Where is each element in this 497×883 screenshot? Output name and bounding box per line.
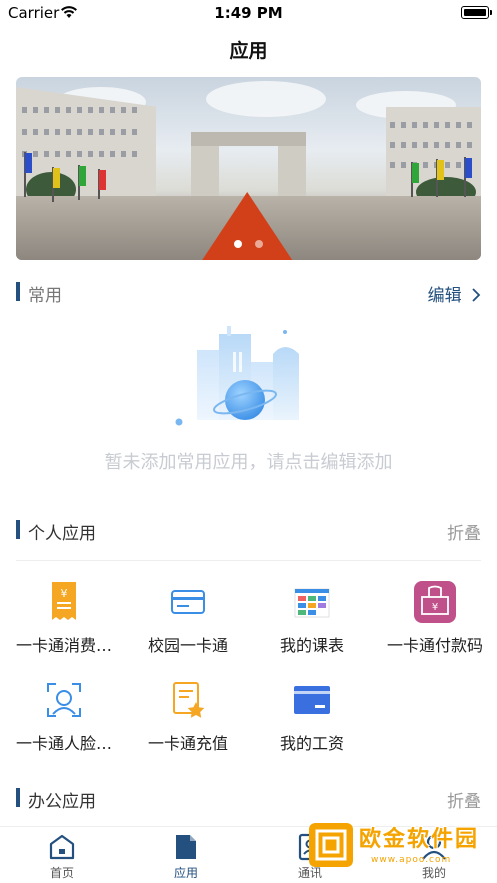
- office-section-header: 办公应用 折叠: [16, 786, 481, 812]
- battery-icon: [461, 6, 492, 19]
- flag: [412, 163, 419, 183]
- app-label: 我的工资: [279, 734, 344, 753]
- flag: [99, 170, 106, 190]
- flag: [53, 168, 60, 188]
- section-title-common: 常用: [28, 286, 62, 306]
- banner-windows: [22, 129, 142, 135]
- app-label: 一卡通充值: [147, 734, 228, 753]
- collapse-personal-button[interactable]: 折叠: [447, 519, 481, 544]
- status-bar: Carrier 1:49 PM: [0, 0, 497, 26]
- page-title: 应用: [229, 40, 268, 62]
- payment-code-icon: ¥: [414, 581, 456, 623]
- section-accent-bar: [16, 282, 20, 301]
- app-card-face[interactable]: 一卡通人脸…: [2, 678, 126, 766]
- svg-text:¥: ¥: [432, 602, 438, 613]
- face-scan-icon: [47, 683, 81, 717]
- app-label: 一卡通消费…: [15, 636, 112, 655]
- watermark-url: www.apoo.com: [371, 855, 452, 865]
- edit-label: 编辑: [427, 286, 462, 306]
- divider: [16, 560, 481, 561]
- banner-carousel[interactable]: [16, 77, 481, 260]
- flag: [25, 153, 32, 173]
- empty-state-text: 暂未添加常用应用，请点击编辑添加: [104, 452, 393, 473]
- tab-label: 首页: [49, 866, 74, 880]
- carousel-dot[interactable]: [233, 240, 242, 248]
- tab-apps[interactable]: 应用: [124, 833, 248, 883]
- carousel-indicator: [16, 233, 481, 252]
- empty-city-illustration: [175, 326, 299, 426]
- app-label: 一卡通人脸…: [15, 734, 112, 753]
- timetable-icon: [294, 588, 330, 618]
- tab-home[interactable]: 首页: [0, 833, 124, 883]
- banner-windows: [22, 151, 142, 157]
- flag: [465, 158, 472, 178]
- personal-section-header: 个人应用 折叠: [16, 518, 481, 544]
- common-section-header: 常用 编辑: [16, 280, 481, 306]
- section-accent-bar: [16, 520, 20, 539]
- clock: 1:49 PM: [214, 4, 283, 22]
- flag: [437, 160, 444, 180]
- app-label: 校园一卡通: [147, 636, 228, 655]
- apps-document-icon: [176, 835, 196, 859]
- banner-gate-beam: [191, 132, 306, 146]
- watermark-logo-icon: [309, 823, 353, 867]
- banner-windows: [390, 122, 478, 128]
- banner-windows: [22, 107, 142, 113]
- receipt-yen-icon: ¥: [52, 582, 76, 620]
- section-title-office: 办公应用: [28, 792, 96, 812]
- edit-button[interactable]: 编辑: [428, 281, 481, 306]
- banner-windows: [390, 142, 478, 148]
- svg-text:¥: ¥: [61, 587, 68, 600]
- flag: [79, 166, 86, 186]
- card-icon: [171, 590, 205, 614]
- home-icon: [49, 834, 75, 860]
- section-title-personal: 个人应用: [28, 524, 96, 544]
- carousel-dot[interactable]: [255, 240, 264, 248]
- app-card-consumption[interactable]: ¥ 一卡通消费…: [2, 580, 126, 668]
- app-card-recharge[interactable]: 一卡通充值: [126, 678, 250, 766]
- app-card-salary[interactable]: 我的工资: [250, 678, 374, 766]
- watermark-text: 欧金软件园: [359, 827, 480, 852]
- app-card-campus-card[interactable]: 校园一卡通: [126, 580, 250, 668]
- collapse-office-button[interactable]: 折叠: [447, 787, 481, 812]
- tab-label: 应用: [173, 866, 198, 880]
- salary-card-icon: [294, 686, 330, 714]
- recharge-star-icon: [173, 682, 205, 718]
- app-label: 一卡通付款码: [386, 636, 483, 655]
- common-empty-state: 暂未添加常用应用，请点击编辑添加: [0, 318, 497, 478]
- app-label: 我的课表: [279, 636, 344, 655]
- app-card-timetable[interactable]: 我的课表: [250, 580, 374, 668]
- section-accent-bar: [16, 788, 20, 807]
- banner-cloud: [206, 81, 326, 117]
- app-card-payment-code[interactable]: ¥ 一卡通付款码: [373, 580, 497, 668]
- chevron-right-icon: [472, 288, 481, 302]
- watermark: 欧金软件园 www.apoo.com: [309, 817, 489, 875]
